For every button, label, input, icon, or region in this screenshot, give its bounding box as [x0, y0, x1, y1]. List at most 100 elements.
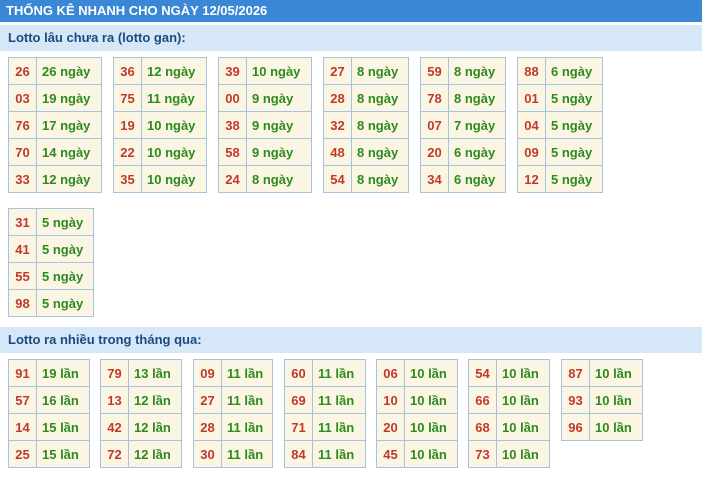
- lotto-number: 19: [113, 111, 142, 139]
- lotto-number: 20: [420, 138, 449, 166]
- days-count: 8 ngày: [351, 84, 409, 112]
- table-row: 04 5 ngày: [517, 111, 603, 139]
- table-row: 54 10 lần: [468, 359, 550, 387]
- gan-table: 36 12 ngày 75 11 ngày 19 10 ngày 22 10 ngày 35 10…: [113, 57, 207, 193]
- times-count: 12 lần: [128, 413, 182, 441]
- times-count: 10 lần: [404, 440, 458, 468]
- lotto-number: 54: [323, 165, 352, 193]
- table-row: 72 12 lần: [100, 440, 182, 468]
- table-row: 31 5 ngày: [8, 208, 94, 236]
- gan-table: 88 6 ngày 01 5 ngày 04 5 ngày 09 5 ngày 12 5 ngày: [517, 57, 603, 193]
- nhieu-table: 79 13 lần 13 12 lần 42 12 lần 72 12 lần: [100, 359, 182, 468]
- table-row: 69 11 lần: [284, 386, 366, 414]
- table-row: 38 9 ngày: [218, 111, 312, 139]
- lotto-number: 35: [113, 165, 142, 193]
- gan-table: 59 8 ngày 78 8 ngày 07 7 ngày 20 6 ngày 34 6 ngày: [420, 57, 506, 193]
- lotto-number: 69: [284, 386, 313, 414]
- times-count: 11 lần: [312, 440, 366, 468]
- times-count: 10 lần: [589, 413, 643, 441]
- table-row: 24 8 ngày: [218, 165, 312, 193]
- times-count: 11 lần: [312, 359, 366, 387]
- gan-table: 39 10 ngày 00 9 ngày 38 9 ngày 58 9 ngày 24 8 ngà…: [218, 57, 312, 193]
- lotto-number: 00: [218, 84, 247, 112]
- table-row: 20 10 lần: [376, 413, 458, 441]
- times-count: 10 lần: [496, 359, 550, 387]
- table-row: 26 26 ngày: [8, 57, 102, 85]
- days-count: 9 ngày: [246, 138, 312, 166]
- lotto-number: 24: [218, 165, 247, 193]
- times-count: 10 lần: [496, 440, 550, 468]
- days-count: 8 ngày: [351, 138, 409, 166]
- days-count: 5 ngày: [545, 84, 603, 112]
- lotto-number: 98: [8, 289, 37, 317]
- table-row: 57 16 lần: [8, 386, 90, 414]
- days-count: 10 ngày: [141, 165, 207, 193]
- table-row: 27 8 ngày: [323, 57, 409, 85]
- table-row: 60 11 lần: [284, 359, 366, 387]
- days-count: 9 ngày: [246, 84, 312, 112]
- table-row: 39 10 ngày: [218, 57, 312, 85]
- days-count: 6 ngày: [448, 165, 506, 193]
- days-count: 7 ngày: [448, 111, 506, 139]
- table-row: 48 8 ngày: [323, 138, 409, 166]
- times-count: 15 lần: [36, 440, 90, 468]
- nhieu-table: 87 10 lần 93 10 lần 96 10 lần: [561, 359, 643, 441]
- days-count: 11 ngày: [141, 84, 207, 112]
- lotto-number: 01: [517, 84, 546, 112]
- lotto-number: 88: [517, 57, 546, 85]
- days-count: 12 ngày: [141, 57, 207, 85]
- section-title-lotto-gan: Lotto lâu chưa ra (lotto gan):: [0, 25, 702, 51]
- gan-table: 26 26 ngày 03 19 ngày 76 17 ngày 70 14 ngày 33 12…: [8, 57, 102, 193]
- table-row: 28 11 lần: [193, 413, 273, 441]
- table-row: 68 10 lần: [468, 413, 550, 441]
- table-row: 32 8 ngày: [323, 111, 409, 139]
- days-count: 5 ngày: [36, 289, 94, 317]
- lotto-number: 70: [8, 138, 37, 166]
- lotto-number: 55: [8, 262, 37, 290]
- days-count: 8 ngày: [351, 165, 409, 193]
- lotto-number: 96: [561, 413, 590, 441]
- lotto-number: 32: [323, 111, 352, 139]
- lotto-number: 79: [100, 359, 129, 387]
- lotto-number: 28: [193, 413, 222, 441]
- table-row: 45 10 lần: [376, 440, 458, 468]
- table-row: 22 10 ngày: [113, 138, 207, 166]
- days-count: 5 ngày: [36, 262, 94, 290]
- days-count: 26 ngày: [36, 57, 102, 85]
- times-count: 11 lần: [221, 440, 273, 468]
- table-row: 10 10 lần: [376, 386, 458, 414]
- days-count: 5 ngày: [545, 111, 603, 139]
- days-count: 10 ngày: [246, 57, 312, 85]
- table-row: 19 10 ngày: [113, 111, 207, 139]
- table-row: 78 8 ngày: [420, 84, 506, 112]
- table-row: 01 5 ngày: [517, 84, 603, 112]
- table-row: 06 10 lần: [376, 359, 458, 387]
- days-count: 9 ngày: [246, 111, 312, 139]
- times-count: 10 lần: [589, 359, 643, 387]
- lotto-number: 34: [420, 165, 449, 193]
- lotto-number: 12: [517, 165, 546, 193]
- lotto-number: 04: [517, 111, 546, 139]
- table-row: 76 17 ngày: [8, 111, 102, 139]
- times-count: 10 lần: [589, 386, 643, 414]
- days-count: 8 ngày: [351, 111, 409, 139]
- times-count: 12 lần: [128, 440, 182, 468]
- days-count: 6 ngày: [545, 57, 603, 85]
- lotto-number: 06: [376, 359, 405, 387]
- days-count: 8 ngày: [246, 165, 312, 193]
- lotto-number: 48: [323, 138, 352, 166]
- table-row: 12 5 ngày: [517, 165, 603, 193]
- times-count: 16 lần: [36, 386, 90, 414]
- times-count: 11 lần: [221, 413, 273, 441]
- times-count: 10 lần: [404, 359, 458, 387]
- gan-table: 27 8 ngày 28 8 ngày 32 8 ngày 48 8 ngày 54 8 ngày: [323, 57, 409, 193]
- lotto-number: 75: [113, 84, 142, 112]
- table-row: 71 11 lần: [284, 413, 366, 441]
- lotto-number: 68: [468, 413, 497, 441]
- days-count: 6 ngày: [448, 138, 506, 166]
- lotto-number: 93: [561, 386, 590, 414]
- lotto-number: 73: [468, 440, 497, 468]
- times-count: 11 lần: [312, 413, 366, 441]
- lotto-number: 38: [218, 111, 247, 139]
- table-row: 28 8 ngày: [323, 84, 409, 112]
